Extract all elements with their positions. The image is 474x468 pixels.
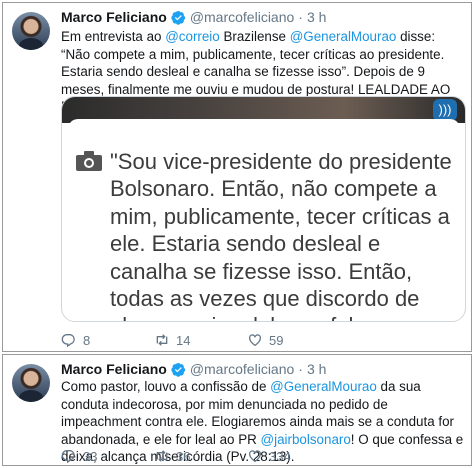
- verified-badge-icon: [171, 362, 185, 377]
- retweet-button[interactable]: 36: [154, 448, 247, 464]
- tweet-media[interactable]: ))) "Sou vice-presidente do presidente B…: [61, 96, 466, 322]
- tweet-card[interactable]: Marco Feliciano @marcofeliciano · 3 h Co…: [2, 354, 472, 466]
- tweet-actions: 8 14 59: [61, 332, 340, 348]
- tweet-card[interactable]: Marco Feliciano @marcofeliciano · 3 h Em…: [2, 2, 472, 352]
- author-name[interactable]: Marco Feliciano: [61, 9, 167, 25]
- timestamp[interactable]: 3 h: [307, 361, 326, 377]
- tweet-actions: 33 36 334: [61, 448, 340, 464]
- camera-icon: [76, 151, 102, 171]
- tweet-header: Marco Feliciano @marcofeliciano · 3 h: [61, 9, 326, 25]
- author-handle[interactable]: @marcofeliciano: [190, 361, 294, 377]
- reply-button[interactable]: 33: [61, 448, 154, 464]
- tweet-header: Marco Feliciano @marcofeliciano · 3 h: [61, 361, 326, 377]
- verified-badge-icon: [171, 10, 185, 25]
- separator: ·: [298, 361, 303, 377]
- like-button[interactable]: 334: [247, 448, 340, 464]
- reply-icon: [61, 450, 75, 464]
- like-count: 334: [269, 448, 291, 464]
- avatar[interactable]: [12, 12, 50, 50]
- avatar[interactable]: [12, 364, 50, 402]
- author-handle[interactable]: @marcofeliciano: [190, 9, 294, 25]
- like-button[interactable]: 59: [247, 332, 340, 348]
- separator: ·: [298, 9, 303, 25]
- retweet-count: 14: [176, 332, 191, 348]
- retweet-icon: [156, 334, 168, 346]
- mention-link[interactable]: @jairbolsonaro: [261, 432, 351, 447]
- tweet-text-segment: Em entrevista ao: [61, 29, 166, 44]
- reply-button[interactable]: 8: [61, 332, 154, 348]
- mention-link[interactable]: @correio: [165, 29, 220, 44]
- author-name[interactable]: Marco Feliciano: [61, 361, 167, 377]
- reply-icon: [61, 334, 75, 348]
- sound-icon: ))): [433, 99, 457, 121]
- quote-card: "Sou vice-presidente do presidente Bolso…: [68, 119, 460, 321]
- tweet-text-segment: Como pastor, louvo a confissão de: [61, 379, 271, 394]
- heart-icon: [249, 450, 261, 463]
- retweet-icon: [156, 450, 168, 462]
- retweet-button[interactable]: 14: [154, 332, 247, 348]
- like-count: 59: [269, 332, 284, 348]
- mention-link[interactable]: @GeneralMourao: [270, 379, 377, 394]
- heart-icon: [249, 334, 261, 347]
- retweet-count: 36: [176, 448, 191, 464]
- tweet-text-segment: Brazilense: [219, 29, 290, 44]
- timestamp[interactable]: 3 h: [307, 9, 326, 25]
- reply-count: 8: [83, 332, 91, 348]
- mention-link[interactable]: @GeneralMourao: [290, 29, 397, 44]
- reply-count: 33: [83, 448, 98, 464]
- media-quote-text: "Sou vice-presidente do presidente Bolso…: [110, 149, 452, 321]
